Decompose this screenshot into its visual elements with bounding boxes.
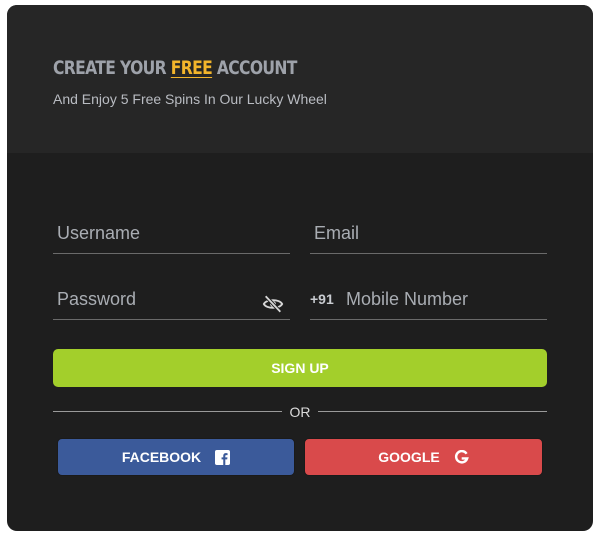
email-input[interactable] [310,213,547,253]
sign-up-button[interactable]: SIGN UP [53,349,547,387]
title-prefix: CREATE YOUR [53,57,171,79]
google-icon [454,449,469,464]
signup-card: CREATE YOUR FREE ACCOUNT And Enjoy 5 Fre… [7,5,593,531]
mobile-field: +91 [310,279,547,320]
google-button-label: GOOGLE [378,449,440,465]
page-title: CREATE YOUR FREE ACCOUNT [53,57,297,79]
eye-slash-icon[interactable] [262,293,284,315]
google-login-button[interactable]: GOOGLE [304,438,543,476]
facebook-login-button[interactable]: FACEBOOK [57,438,295,476]
title-suffix: ACCOUNT [212,57,298,79]
signup-header: CREATE YOUR FREE ACCOUNT And Enjoy 5 Fre… [7,5,593,153]
mobile-number-input[interactable] [310,279,547,319]
subtitle: And Enjoy 5 Free Spins In Our Lucky Whee… [53,91,327,107]
username-field [53,213,290,254]
title-highlight-free: FREE [170,57,213,79]
divider-line-right [318,411,547,412]
divider-line-left [53,411,282,412]
email-field [310,213,547,254]
password-field [53,279,290,320]
facebook-button-label: FACEBOOK [121,449,202,465]
username-input[interactable] [53,213,290,253]
password-input[interactable] [53,279,290,319]
facebook-icon [215,449,231,465]
divider-or-text: OR [289,404,311,420]
